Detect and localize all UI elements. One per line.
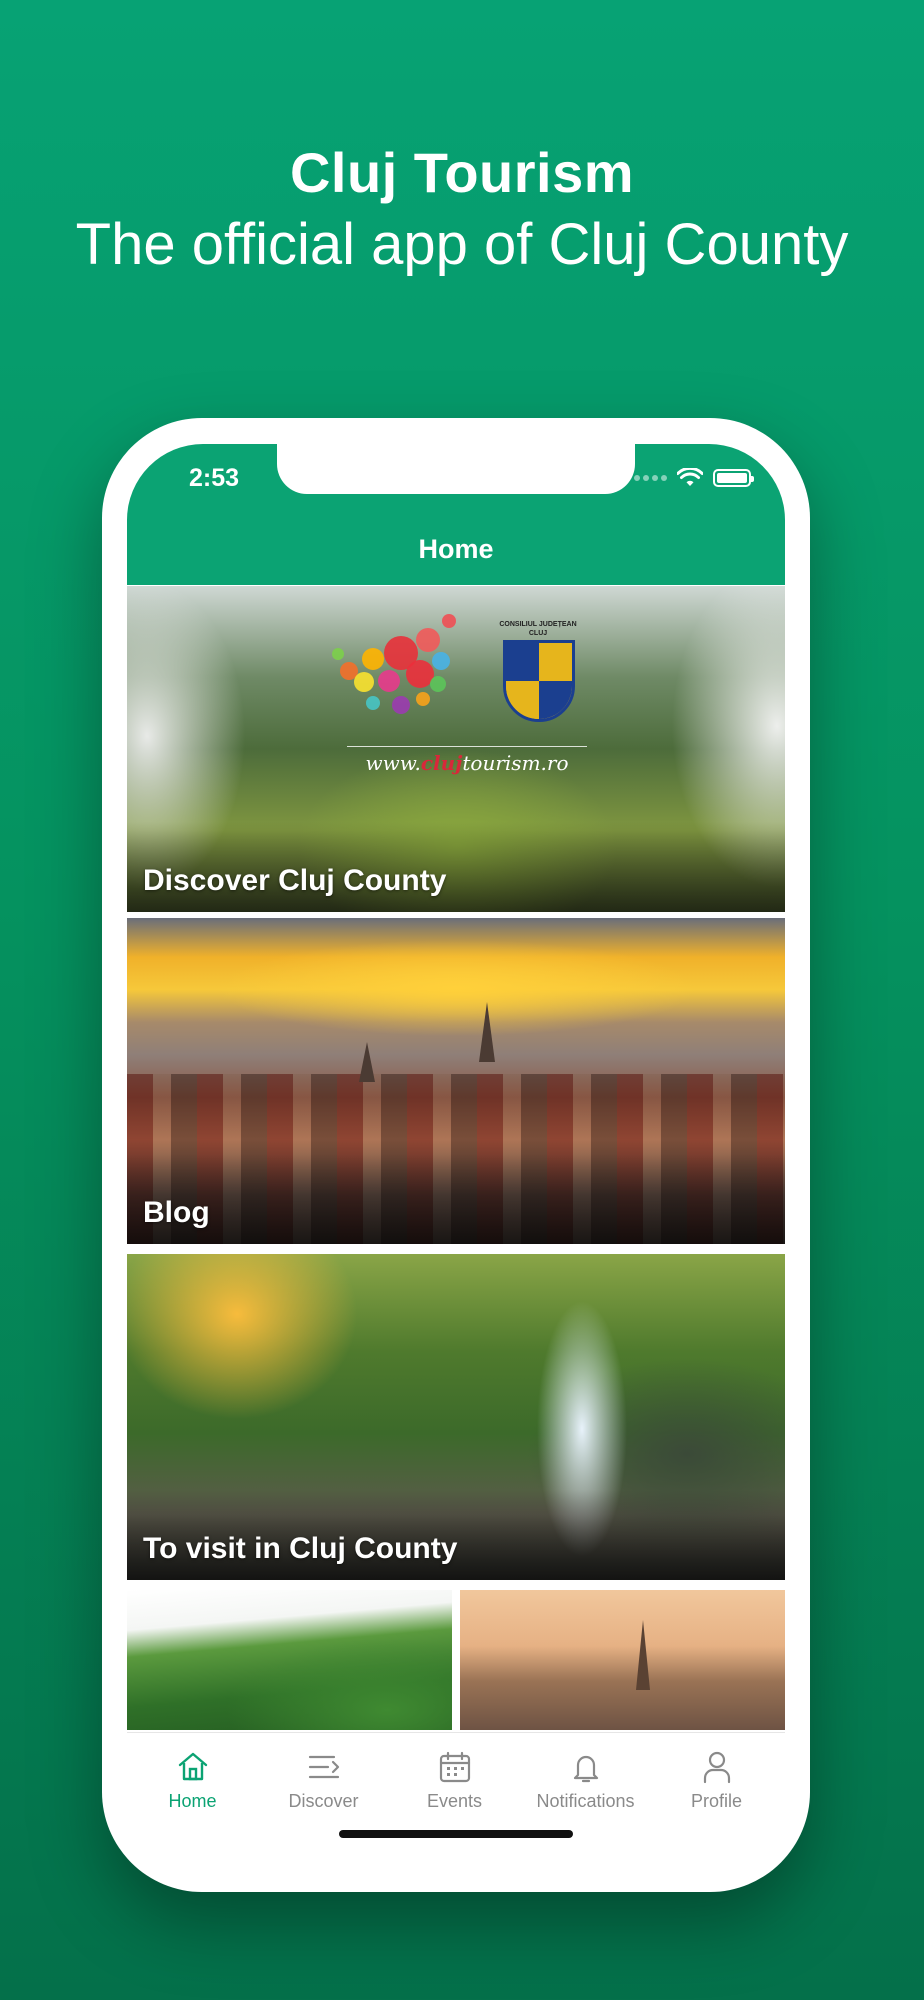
user-icon [703, 1751, 730, 1784]
website-logo-text: www.clujtourism.ro [347, 746, 587, 775]
app-bar: 2:53 Home [127, 444, 785, 585]
card-discover-cluj-county[interactable]: www.clujtourism.ro CONSILIUL JUDEȚEAN CLU… [127, 586, 785, 912]
card-label: Discover Cluj County [143, 864, 447, 897]
promo-headline: Cluj Tourism The official app of Cluj Co… [0, 138, 924, 282]
discover-icon [308, 1755, 339, 1779]
card-city-thumbnail[interactable] [460, 1590, 785, 1730]
county-crest-icon [503, 640, 575, 722]
tab-label: Discover [288, 1791, 359, 1811]
church-spire [479, 1002, 495, 1062]
status-time: 2:53 [189, 464, 240, 492]
tab-home[interactable]: Home [127, 1749, 258, 1812]
card-label: Blog [143, 1196, 210, 1229]
cluj-tourism-logo [332, 608, 462, 728]
tab-profile[interactable]: Profile [651, 1749, 782, 1812]
tab-notifications[interactable]: Notifications [520, 1749, 651, 1812]
phone-screen: 2:53 Home www.clujtourism.ro CONSILIUL J… [127, 444, 785, 1864]
home-icon [178, 1752, 207, 1781]
crest-caption: CONSILIUL JUDEȚEAN CLUJ [499, 621, 577, 637]
page-title: Home [418, 534, 494, 564]
signal-icon [634, 475, 667, 481]
tab-label: Events [426, 1791, 483, 1811]
wifi-icon [677, 468, 703, 486]
card-blog[interactable]: Blog [127, 918, 785, 1244]
calendar-icon [439, 1751, 470, 1783]
status-indicators [634, 468, 754, 488]
card-to-visit[interactable]: To visit in Cluj County [127, 1254, 785, 1580]
phone-frame: 2:53 Home www.clujtourism.ro CONSILIUL J… [102, 418, 810, 1892]
tab-label: Home [168, 1791, 217, 1811]
tab-discover[interactable]: Discover [258, 1749, 389, 1812]
promo-subtitle: The official app of Cluj County [75, 212, 849, 277]
battery-icon [713, 469, 754, 487]
card-label: To visit in Cluj County [143, 1532, 458, 1565]
phone-notch [277, 444, 635, 494]
home-indicator[interactable] [339, 1830, 573, 1838]
tab-label: Notifications [536, 1791, 635, 1811]
promo-title: Cluj Tourism [289, 141, 635, 204]
card-mountains-thumbnail[interactable] [127, 1590, 452, 1730]
bell-icon [573, 1755, 598, 1783]
tab-events[interactable]: Events [389, 1749, 520, 1812]
tab-label: Profile [690, 1791, 743, 1811]
bottom-tab-bar: Home Discover Events Notifications Profi… [127, 1732, 785, 1864]
